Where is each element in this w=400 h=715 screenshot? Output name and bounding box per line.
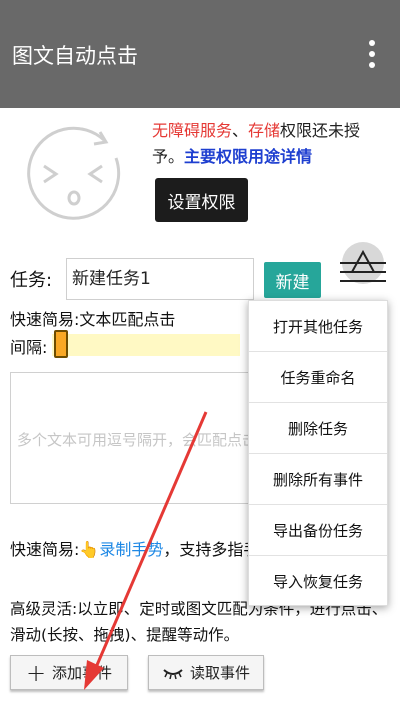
permission-details-link[interactable]: 主要权限用途详情 [184, 147, 312, 166]
new-task-button[interactable]: 新建 [264, 262, 321, 298]
menu-item-delete-all-events[interactable]: 删除所有事件 [249, 454, 387, 505]
read-event-button[interactable]: 读取事件 [148, 655, 264, 690]
app-title: 图文自动点击 [12, 44, 138, 68]
menu-item-delete-task[interactable]: 删除任务 [249, 403, 387, 454]
accessibility-service-text: 无障碍服务 [152, 121, 233, 140]
interval-slider-track[interactable] [52, 334, 240, 356]
hand-icon: 👆 [79, 540, 100, 559]
separator-text: 、 [232, 121, 249, 140]
interval-label: 间隔: [10, 338, 48, 357]
storage-text: 存储 [248, 121, 281, 140]
quick-text-match-label: 快速简易:文本匹配点击 [10, 310, 176, 329]
menu-item-import-restore[interactable]: 导入恢复任务 [249, 556, 387, 607]
app-bar: 图文自动点击 [0, 0, 400, 108]
more-vert-icon[interactable] [368, 40, 376, 70]
add-event-button[interactable]: + 添加事件 [10, 655, 128, 690]
task-name-input[interactable]: 新建任务1 [66, 258, 254, 300]
set-permission-button[interactable]: 设置权限 [155, 178, 248, 222]
plus-icon: + [25, 658, 47, 687]
menu-item-rename-task[interactable]: 任务重命名 [249, 352, 387, 403]
quick-gesture-prefix: 快速简易: [10, 540, 80, 559]
menu-lines-icon[interactable] [340, 262, 386, 292]
task-options-menu: 打开其他任务 任务重命名 删除任务 删除所有事件 导出备份任务 导入恢复任务 [248, 300, 388, 606]
task-label: 任务: [10, 270, 53, 291]
permission-message: 无障碍服务、存储权限还未授予。主要权限用途详情 [152, 118, 387, 170]
sleepy-face-icon [27, 126, 121, 220]
read-event-label: 读取事件 [189, 664, 250, 682]
closed-eye-icon [163, 668, 183, 679]
add-event-label: 添加事件 [52, 664, 113, 682]
menu-item-export-backup[interactable]: 导出备份任务 [249, 505, 387, 556]
menu-item-open-other-task[interactable]: 打开其他任务 [249, 301, 387, 352]
record-gesture-link[interactable]: 录制手势 [99, 540, 163, 559]
interval-slider-thumb[interactable] [54, 330, 68, 358]
